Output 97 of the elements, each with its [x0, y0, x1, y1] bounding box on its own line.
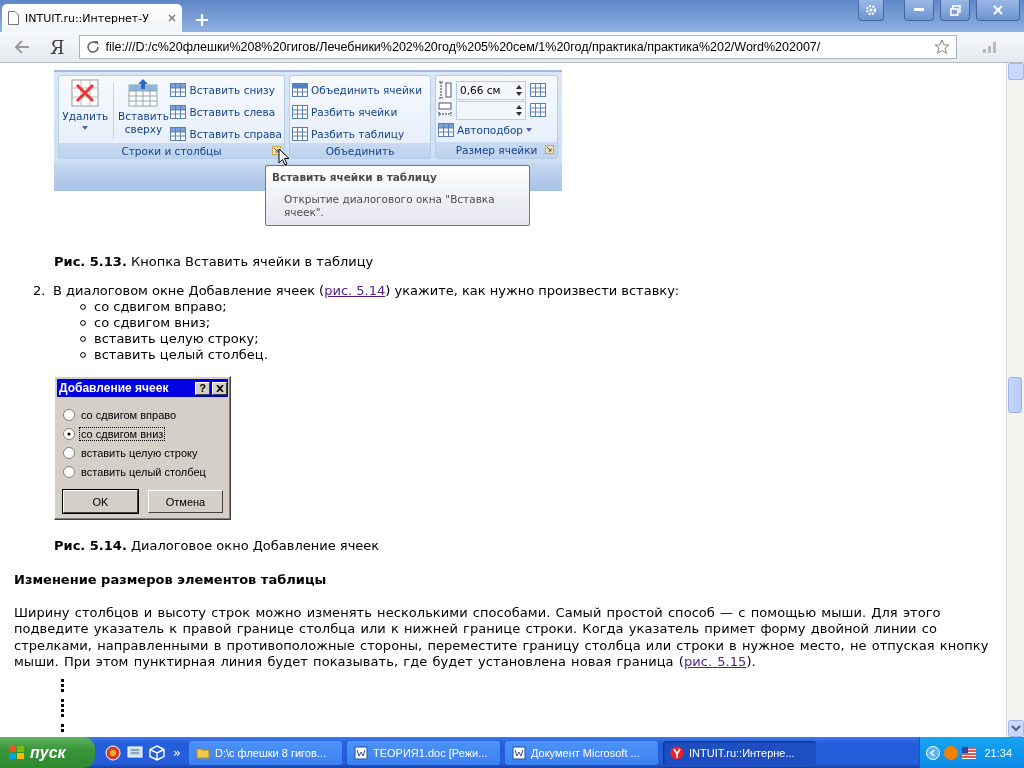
radio-label[interactable]: со сдвигом вниз: [79, 427, 166, 441]
table-insert-below-icon: [170, 83, 187, 97]
start-button[interactable]: пуск: [0, 737, 95, 768]
bullet-icon: [80, 336, 86, 342]
scroll-thumb[interactable]: [1008, 377, 1022, 413]
tooltip-title: Вставить ячейки в таблицу: [272, 171, 438, 183]
group-label: Строки и столбцы: [121, 144, 222, 157]
radio-button[interactable]: [63, 447, 75, 459]
height-field[interactable]: 0,66 см: [456, 80, 526, 100]
bullet-text: вставить целый столбец.: [94, 347, 268, 363]
merge-cells-icon: [292, 83, 308, 97]
ribbon-button[interactable]: Объединить ячейки: [292, 81, 422, 99]
address-field[interactable]: file:///D:/c%20флешки%208%20гигов/Лечебники%202%20год%205%20сем/1%20год/практика/практика%202/Word%202007/: [78, 35, 957, 59]
radio-label[interactable]: со сдвигом вправо: [79, 408, 179, 422]
group-label: Объединить: [325, 144, 395, 157]
document-icon: [353, 745, 368, 760]
figure-link[interactable]: рис. 5.15: [683, 654, 747, 670]
bullet-icon: [80, 304, 86, 310]
flag-icon[interactable]: [962, 746, 976, 759]
folder-icon: [195, 745, 210, 760]
desktop-icon[interactable]: [127, 744, 143, 761]
radio-button[interactable]: [63, 466, 75, 478]
dotted-line-drawing: [60, 678, 66, 735]
list-text: В диалоговом окне Добавление ячеек (рис. 5.14) укажите, как нужно произвести вставку:: [53, 283, 680, 299]
figure-link[interactable]: рис. 5.14: [324, 283, 386, 298]
radio-label[interactable]: вставить целый столбец: [79, 465, 208, 479]
radio-button[interactable]: [63, 428, 75, 440]
new-tab-icon[interactable]: [196, 14, 208, 26]
mouse-cursor-icon: [278, 148, 290, 166]
browser-icon: [669, 745, 684, 760]
dialog-button[interactable]: Отмена: [148, 490, 223, 513]
back-icon[interactable]: [14, 40, 30, 54]
paragraph: Ширину столбцов и высоту строк можно изменять несколькими способами. Самый простой способ — с помощью мыши. Для этого подведите указатель к правой границе столбца или к нижней границе строки. Когда указатель примет форму двойной линии со стрелками, направленными в противоположные стороны, переместите границу столбца или строки в нужное место, не отпуская кнопку мыши. При этом пунктирная линия будет показывать, где будет установлена новая граница (рис. 5.15).: [14, 605, 990, 671]
radio-label[interactable]: вставить целую строку: [79, 446, 200, 460]
table-insert-above-icon: [128, 79, 159, 107]
taskbar-button[interactable]: INTUIT.ru::Интерне...: [662, 740, 816, 765]
arrow-left-icon[interactable]: [926, 745, 940, 760]
caret-icon: [82, 126, 89, 130]
cube-icon[interactable]: [149, 744, 165, 761]
browser-logo[interactable]: Я: [50, 36, 65, 58]
group-label: Размер ячейки: [455, 144, 538, 156]
scrollbar[interactable]: [1006, 63, 1024, 737]
close-icon: [993, 5, 1003, 15]
section-heading: Изменение размеров элементов таблицы: [14, 572, 328, 588]
split-cells-icon: [292, 105, 308, 119]
bullet-text: вставить целую строку;: [94, 331, 259, 347]
insert-above-button[interactable]: Вставить сверху: [118, 79, 169, 143]
reload-icon[interactable]: [85, 40, 100, 54]
distribute-columns-icon: [530, 103, 546, 117]
ribbon-button[interactable]: Вставить слева: [170, 103, 282, 121]
close-icon[interactable]: [168, 14, 176, 22]
spinner-icon[interactable]: [516, 103, 522, 117]
dialog-launcher-icon[interactable]: [545, 145, 554, 154]
restore-button[interactable]: [940, 0, 970, 21]
settings-icon: [865, 4, 877, 16]
scroll-down-button[interactable]: [1007, 720, 1024, 737]
minimize-icon: [914, 8, 924, 12]
help-button[interactable]: ?: [195, 381, 210, 395]
windows-logo-icon: [8, 744, 26, 761]
restore-icon: [949, 4, 961, 16]
ribbon-button[interactable]: Разбить ячейки: [292, 103, 422, 121]
ribbon-button[interactable]: Разбить таблицу: [292, 125, 422, 143]
distribute-rows-icon: [530, 83, 546, 97]
delete-button[interactable]: Удалить: [61, 79, 110, 143]
autofit-icon: [438, 123, 454, 137]
more-button[interactable]: »: [173, 745, 181, 760]
table-insert-left-icon: [170, 105, 187, 119]
tooltip-text: Открытие диалогового окна "Вставка ячеек".: [283, 193, 496, 219]
autofit-button[interactable]: Автоподбор: [438, 121, 546, 139]
width-field[interactable]: [456, 100, 526, 120]
bullet-text: со сдвигом вниз;: [94, 315, 211, 331]
dialog-button[interactable]: OK: [63, 490, 138, 513]
clock: 21:34: [984, 746, 1012, 759]
split-table-icon: [292, 127, 308, 141]
minimize-button[interactable]: [904, 0, 934, 21]
close-icon: [215, 384, 224, 392]
bullet-icon: [80, 320, 86, 326]
ribbon-button[interactable]: Вставить снизу: [170, 81, 282, 99]
dialog-title: Добавление ячеек: [59, 381, 170, 395]
ribbon-button[interactable]: Вставить справа: [170, 125, 282, 143]
figure-caption: Рис. 5.13. Кнопка Вставить ячейки в таблицу: [54, 254, 375, 270]
caret-icon: [526, 128, 533, 132]
bullet-text: со сдвигом вправо;: [94, 299, 227, 315]
document-icon: [511, 745, 526, 760]
row-height-icon: [438, 81, 452, 99]
spinner-icon[interactable]: [516, 83, 522, 97]
browser-tab[interactable]: INTUIT.ru::Интернет-У: [2, 4, 182, 32]
figure-caption: Рис. 5.14. Диалоговое окно Добавление ячеек: [54, 538, 381, 554]
list-number: 2.: [33, 283, 47, 299]
column-width-icon: [438, 101, 452, 119]
bullet-icon: [80, 352, 86, 358]
star-icon[interactable]: [933, 39, 950, 55]
radio-button[interactable]: [63, 409, 75, 421]
page-icon: [8, 11, 19, 25]
settings-button[interactable]: [858, 0, 884, 21]
table-delete-icon: [71, 79, 100, 107]
table-insert-right-icon: [170, 127, 187, 141]
